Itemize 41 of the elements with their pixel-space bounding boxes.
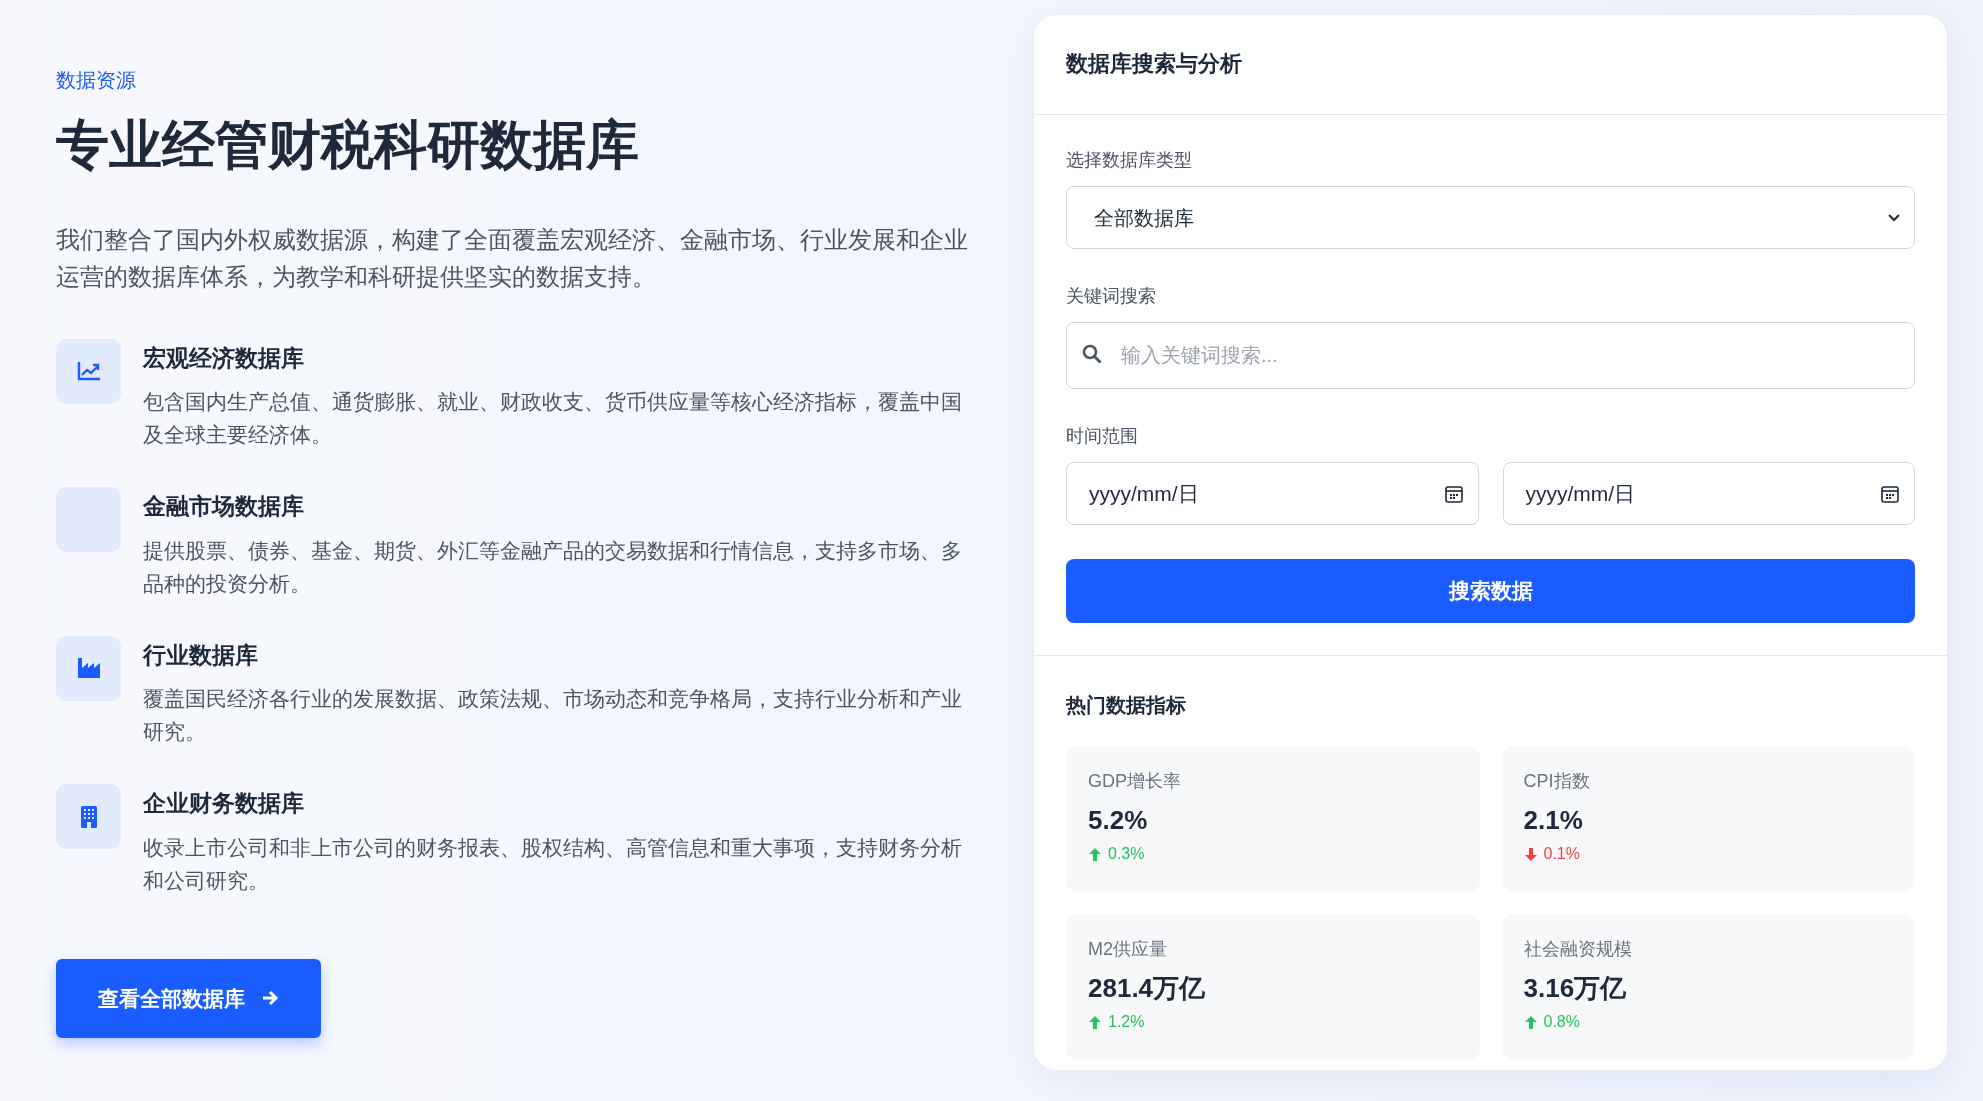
search-button[interactable]: 搜索数据 (1066, 559, 1915, 623)
stat-label: 社会融资规模 (1523, 938, 1633, 961)
stat-label: CPI指数 (1523, 770, 1591, 793)
factory-icon (76, 657, 101, 680)
date-field[interactable]: yyyy/mm/日 (1502, 462, 1915, 525)
feature-title: 企业财务数据库 (143, 789, 305, 819)
field-label: 选择数据库类型 (1066, 149, 1193, 172)
stat-change: 0.8% (1543, 1012, 1580, 1032)
feature-description: 提供股票、债券、基金、期货、外汇等金融产品的交易数据和行情信息，支持多市场、多品种的投资分析。 (143, 537, 963, 597)
stat-change: 0.3% (1108, 844, 1145, 864)
stat-value: 281.4万亿 (1088, 972, 1207, 1005)
section-label: 数据资源 (56, 68, 137, 93)
feature-title: 金融市场数据库 (143, 492, 305, 522)
arrow-right-icon (261, 989, 279, 1008)
intro-paragraph: 我们整合了国内外权威数据源，构建了全面覆盖宏观经济、金融市场、行业发展和企业运营的数据库体系，为教学和科研提供坚实的数据支持。 (56, 224, 968, 292)
building-icon (80, 805, 97, 828)
page-title: 专业经管财税科研数据库 (56, 114, 640, 176)
feature-title: 行业数据库 (143, 640, 259, 670)
date-field[interactable]: yyyy/mm/日 (1066, 462, 1479, 525)
type-select[interactable]: 全部数据库 (1066, 186, 1915, 249)
panel-title: 数据库搜索与分析 (1034, 15, 1947, 115)
stat-value: 2.1% (1523, 804, 1584, 837)
stat-label: M2供应量 (1088, 938, 1168, 961)
feature-description: 收录上市公司和非上市公司的财务报表、股权结构、高管信息和重大事项，支持财务分析和公司研究。 (143, 834, 963, 894)
view-all-button[interactable]: 查看全部数据库 (56, 958, 321, 1039)
feature-title: 宏观经济数据库 (143, 343, 305, 373)
keyword-field[interactable]: 输入关键词搜索... (1066, 322, 1915, 389)
calendar-icon (1880, 483, 1900, 504)
stat-value: 3.16万亿 (1523, 972, 1628, 1005)
calendar-icon (1443, 483, 1464, 504)
field-label: 时间范围 (1066, 425, 1139, 448)
stat-value: 5.2% (1088, 804, 1149, 837)
chevron-down-icon (1888, 213, 1900, 222)
stat-change: 1.2% (1108, 1012, 1145, 1032)
feature-description: 包含国内生产总值、通货膨胀、就业、财政收支、货币供应量等核心经济指标，覆盖中国及全球主要经济体。 (143, 389, 963, 449)
stat-change: 0.1% (1543, 844, 1580, 864)
section-title: 热门数据指标 (1066, 693, 1187, 718)
line-chart-icon (76, 361, 101, 382)
field-label: 关键词搜索 (1066, 285, 1157, 308)
feature-description: 覆盖国民经济各行业的发展数据、政策法规、市场动态和竞争格局，支持行业分析和产业研究。 (143, 686, 963, 746)
stat-label: GDP增长率 (1088, 770, 1182, 793)
